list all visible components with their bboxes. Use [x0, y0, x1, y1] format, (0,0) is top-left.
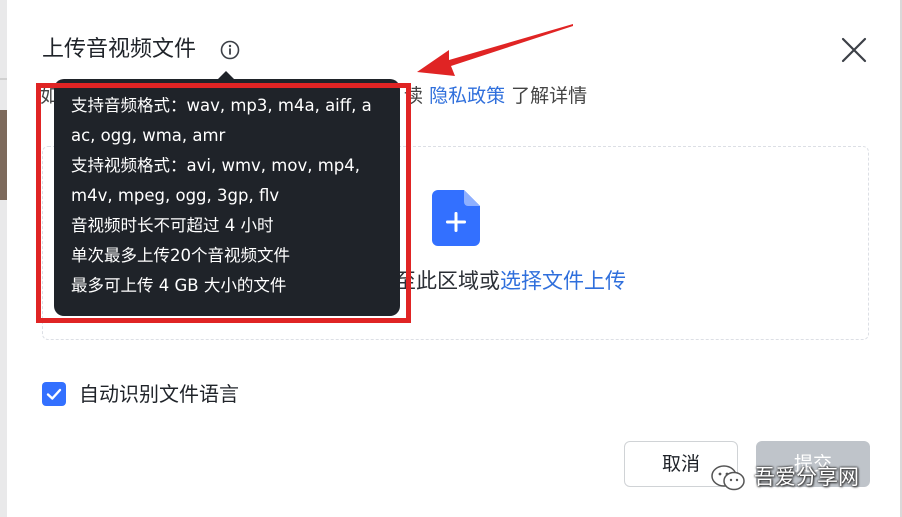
file-plus-icon[interactable] — [432, 190, 480, 246]
background-thumbnail — [0, 110, 7, 200]
select-file-link[interactable]: 选择文件上传 — [500, 269, 626, 293]
privacy-policy-link[interactable]: 隐私政策 — [429, 85, 505, 107]
close-icon[interactable] — [840, 36, 868, 64]
auto-detect-language-label[interactable]: 自动识别文件语言 — [79, 379, 239, 409]
background-page-edge — [0, 0, 7, 517]
info-icon[interactable] — [220, 40, 240, 60]
auto-detect-language-checkbox[interactable] — [42, 382, 66, 406]
privacy-post-text: 了解详情 — [511, 85, 588, 107]
annotation-arrow — [417, 24, 573, 76]
watermark-text: 吾爱分享网 — [754, 465, 859, 489]
background-divider — [0, 78, 7, 80]
wechat-icon — [711, 465, 745, 491]
annotation-highlight-box — [36, 83, 411, 323]
check-icon — [46, 388, 62, 400]
dialog-title: 上传音视频文件 — [42, 37, 197, 62]
upload-hint: 至此区域或选择文件上传 — [395, 266, 626, 296]
